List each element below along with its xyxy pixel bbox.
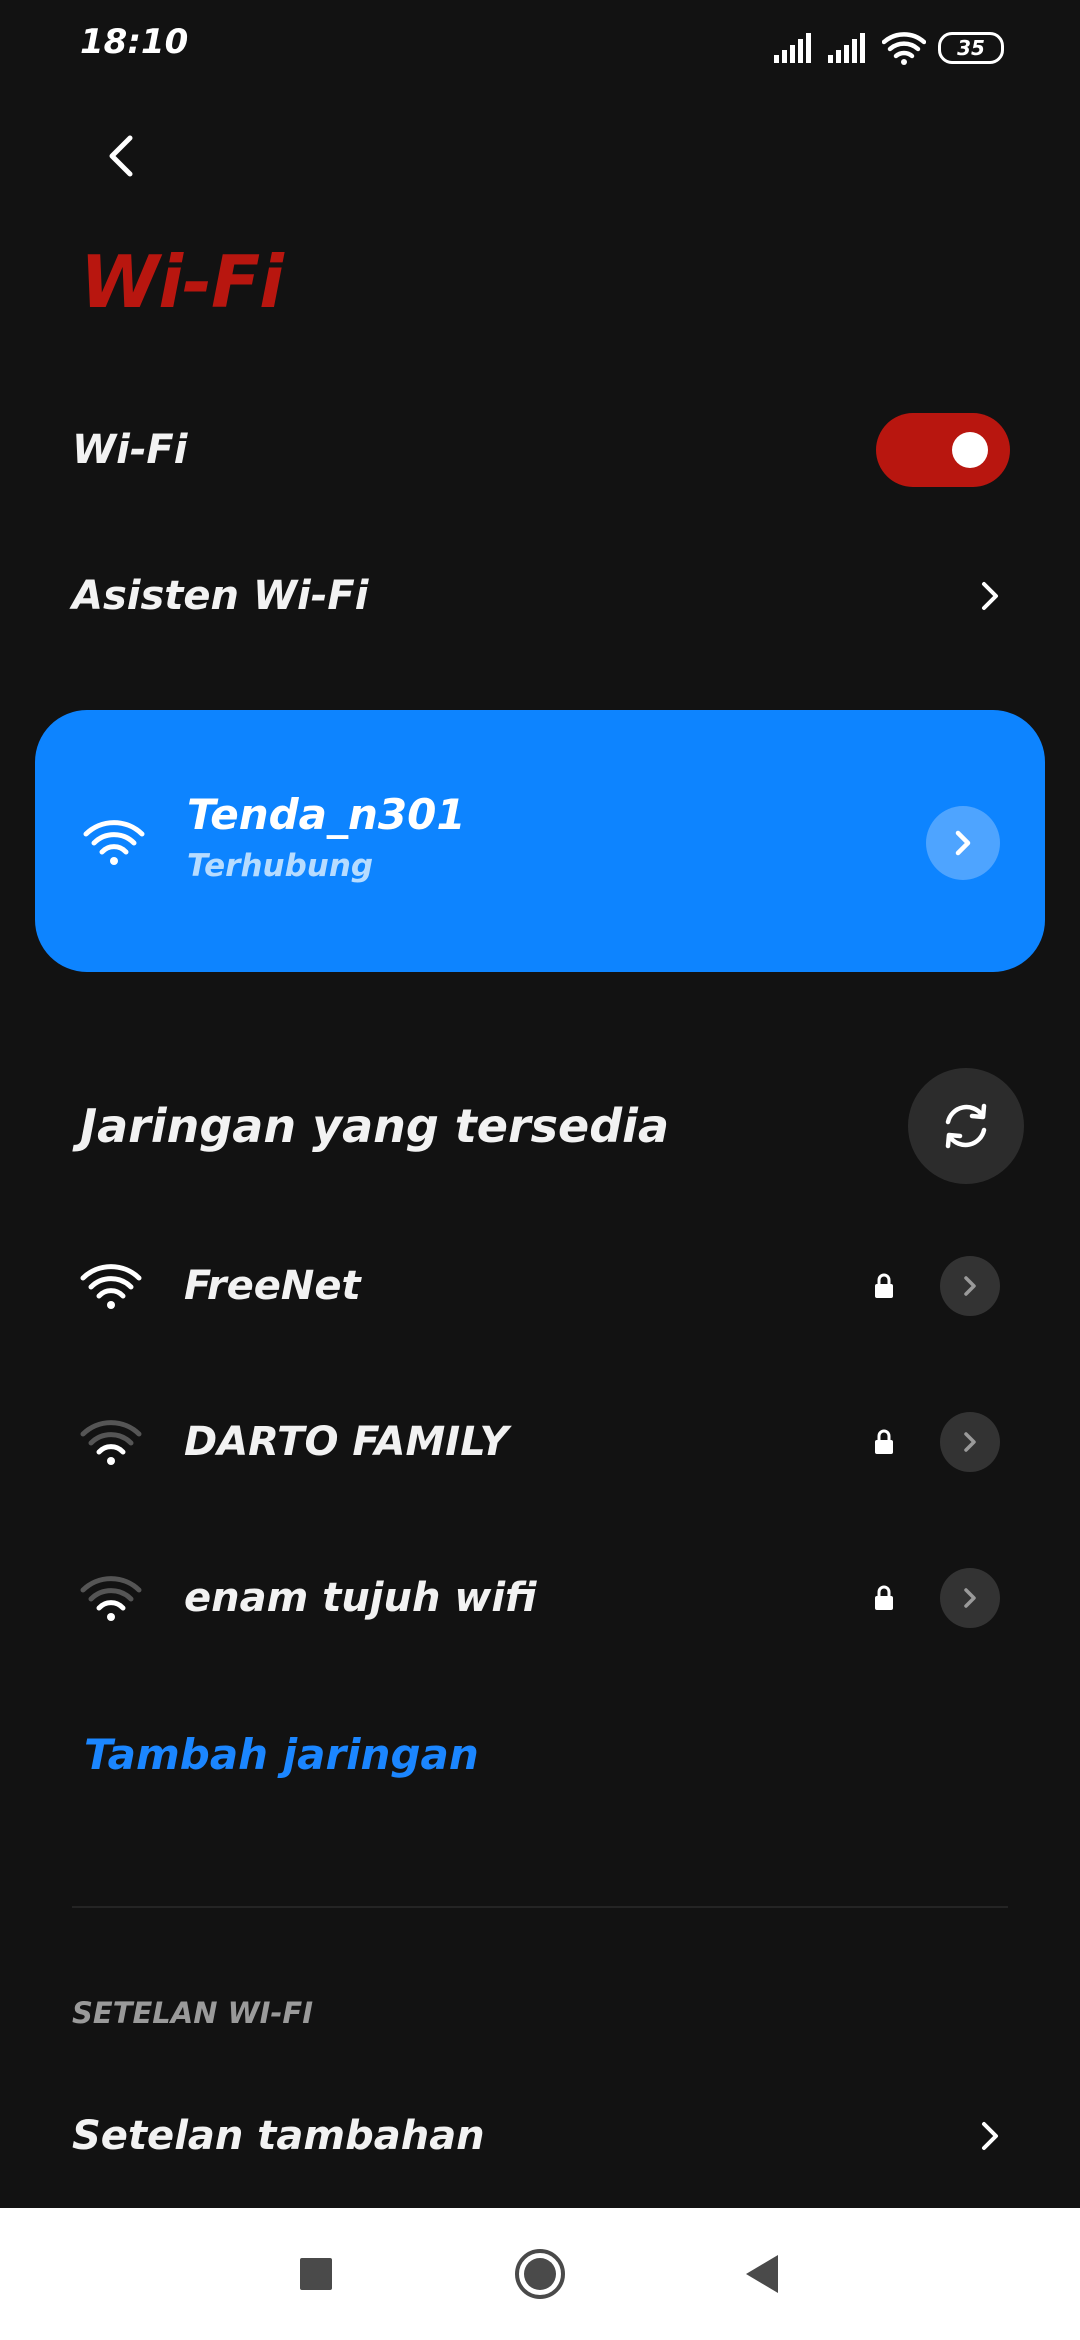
chevron-right-icon	[964, 1276, 976, 1296]
signal-icon	[828, 33, 865, 63]
connected-network-card[interactable]: Tenda_n301 Terhubung	[35, 710, 1045, 972]
chevron-right-icon	[982, 2122, 998, 2150]
network-detail-button[interactable]	[940, 1412, 1000, 1472]
wifi-toggle-switch[interactable]	[876, 413, 1010, 487]
battery-level: 35	[957, 36, 985, 60]
network-name: DARTO FAMILY	[184, 1419, 509, 1465]
lock-icon	[864, 1585, 904, 1611]
network-detail-button[interactable]	[940, 1256, 1000, 1316]
back-button[interactable]	[96, 128, 152, 184]
available-networks-title: Jaringan yang tersedia	[80, 1099, 669, 1153]
wifi-icon	[882, 32, 926, 65]
chevron-right-icon	[964, 1432, 976, 1452]
navigation-bar	[0, 2208, 1080, 2340]
connected-network-detail-button[interactable]	[926, 806, 1000, 880]
wifi-toggle-label: Wi-Fi	[72, 427, 188, 473]
section-label: SETELAN WI-FI	[72, 1996, 313, 2030]
status-time: 18:10	[80, 22, 189, 62]
chevron-right-icon	[964, 1588, 976, 1608]
network-name: FreeNet	[184, 1263, 361, 1309]
back-arrow-icon	[109, 135, 133, 177]
triangle-back-icon	[746, 2255, 778, 2293]
wifi-assistant-row[interactable]: Asisten Wi-Fi	[72, 546, 1010, 646]
wifi-signal-weak-icon	[80, 1420, 142, 1465]
divider	[72, 1906, 1008, 1908]
refresh-button[interactable]	[908, 1068, 1024, 1184]
wifi-assistant-label: Asisten Wi-Fi	[72, 573, 369, 619]
wifi-signal-icon	[83, 820, 145, 865]
network-name: enam tujuh wifi	[184, 1575, 537, 1621]
network-detail-button[interactable]	[940, 1568, 1000, 1628]
add-network-link[interactable]: Tambah jaringan	[84, 1730, 479, 1779]
refresh-icon	[945, 1103, 987, 1149]
home-button[interactable]	[508, 2242, 572, 2306]
lock-icon	[864, 1429, 904, 1455]
connected-network-name: Tenda_n301	[187, 790, 466, 839]
status-icons: 35	[774, 28, 1004, 68]
recents-button[interactable]	[284, 2242, 348, 2306]
toggle-knob	[952, 432, 988, 468]
network-row[interactable]: enam tujuh wifi	[80, 1548, 1000, 1648]
additional-settings-label: Setelan tambahan	[72, 2113, 485, 2159]
chevron-right-icon	[982, 582, 998, 610]
circle-icon	[515, 2249, 565, 2299]
square-icon	[300, 2258, 332, 2290]
additional-settings-row[interactable]: Setelan tambahan	[72, 2086, 1010, 2186]
network-row[interactable]: DARTO FAMILY	[80, 1392, 1000, 1492]
wifi-signal-weak-icon	[80, 1576, 142, 1621]
wifi-signal-full-icon	[80, 1264, 142, 1309]
chevron-right-icon	[955, 830, 971, 856]
lock-icon	[864, 1273, 904, 1299]
wifi-toggle-row[interactable]: Wi-Fi	[72, 400, 1010, 500]
connected-network-status: Terhubung	[187, 848, 374, 884]
wifi-settings-screen: 18:10 35 Wi-Fi Wi-Fi Asisten Wi-Fi Tenda…	[0, 0, 1080, 2340]
back-nav-button[interactable]	[730, 2242, 794, 2306]
available-networks-header: Jaringan yang tersedia	[80, 1066, 1024, 1186]
signal-icon	[774, 33, 811, 63]
battery-icon: 35	[938, 32, 1004, 64]
page-title: Wi-Fi	[80, 240, 284, 324]
network-row[interactable]: FreeNet	[80, 1236, 1000, 1336]
